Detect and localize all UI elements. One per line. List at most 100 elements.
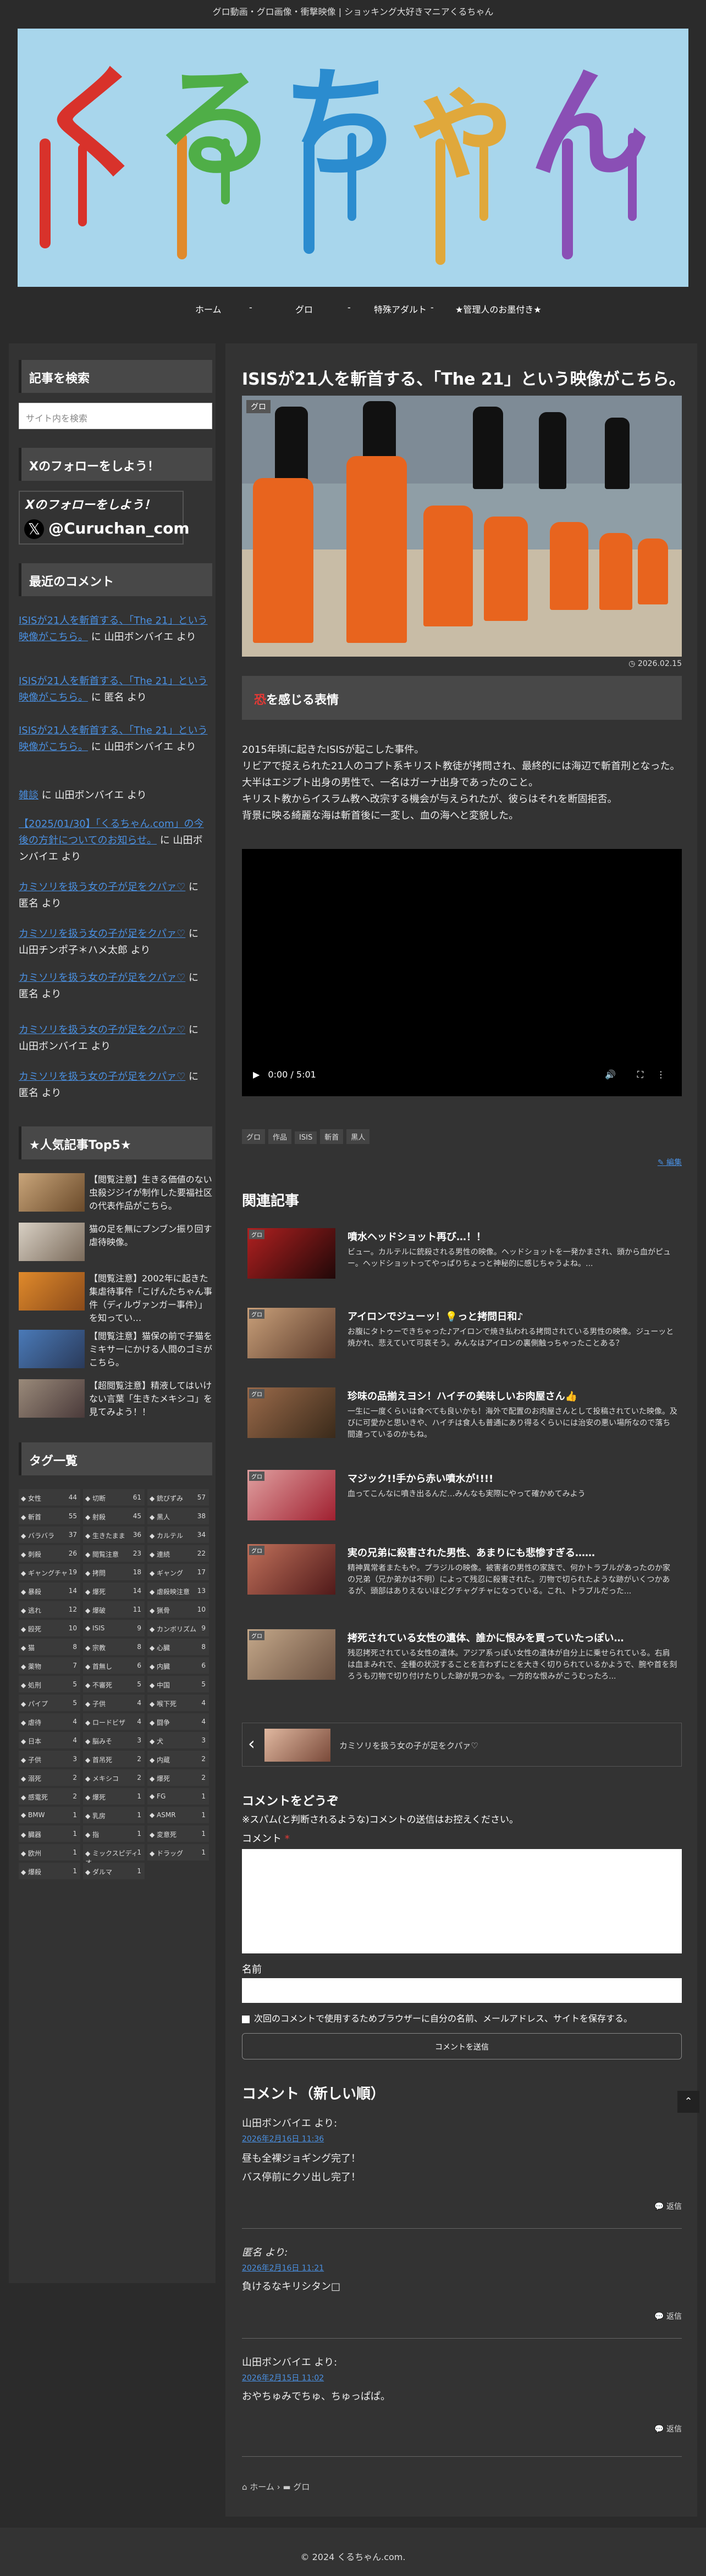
- tag-chip[interactable]: ◆ 脳みそ 3: [83, 1732, 145, 1748]
- related-item[interactable]: グロ マジック!!手から赤い噴水が!!!! 血ってこんなに噴き出るんだ…みんなも…: [247, 1470, 682, 1536]
- post-tag[interactable]: ISIS: [295, 1131, 317, 1144]
- recent-comment-link[interactable]: 雑談: [19, 790, 38, 801]
- tag-chip[interactable]: ◆ 内蔵 2: [147, 1751, 209, 1767]
- related-item-title[interactable]: 珍味の品揃えヨシ！ハイチの美味しいお肉屋さん👍: [348, 1389, 677, 1403]
- tag-chip[interactable]: ◆ 黒人 38: [147, 1508, 209, 1524]
- popular-thumb[interactable]: [19, 1379, 85, 1418]
- comment-date[interactable]: 2026年2月16日 11:21: [242, 2262, 682, 2273]
- related-thumb[interactable]: グロ: [247, 1308, 335, 1358]
- reply-link[interactable]: 💬 返信: [654, 2311, 682, 2322]
- tag-chip[interactable]: ◆ 感電死 2: [19, 1788, 80, 1805]
- tag-chip[interactable]: ◆ 闘争 4: [147, 1713, 209, 1730]
- related-item[interactable]: グロ 実の兄弟に殺害された男性、あまりにも悲惨すぎる…… 精神異常者またもや。プ…: [247, 1544, 682, 1610]
- more-options-icon[interactable]: ⋮: [657, 1069, 665, 1080]
- breadcrumb-home[interactable]: ホーム: [250, 2482, 274, 2492]
- related-item[interactable]: グロ アイロンでジューッ！💡っと拷問日和♪ お腹にタトゥーできちゃった♪アイロン…: [247, 1308, 682, 1374]
- related-item-title[interactable]: マジック!!手から赤い噴水が!!!!: [348, 1471, 677, 1485]
- related-thumb[interactable]: グロ: [247, 1387, 335, 1438]
- tag-chip[interactable]: ◆ 爆殺 1: [19, 1863, 80, 1879]
- tag-chip[interactable]: ◆ 乳房 1: [83, 1807, 145, 1823]
- post-tag[interactable]: 斬首: [320, 1129, 344, 1144]
- popular-title[interactable]: 【閲覧注意】2002年に起きた集虐待事件「こげんたちゃん事件（ディルヴァンガー事…: [89, 1272, 212, 1325]
- submit-comment-button[interactable]: コメントを送信: [242, 2033, 682, 2059]
- video-player[interactable]: ▶ 0:00 / 5:01 🔊 ⛶ ⋮: [242, 849, 682, 1096]
- tag-chip[interactable]: ◆ 猫 8: [19, 1639, 80, 1655]
- site-logo-banner[interactable]: く る ち ゃ ん: [18, 29, 688, 287]
- prev-post-link[interactable]: ‹ カミソリを扱う女の子が足をクパァ♡: [242, 1723, 682, 1767]
- tag-chip[interactable]: ◆ 内臓 6: [147, 1657, 209, 1674]
- popular-item[interactable]: 【超閲覧注意】精液してはいけない言葉「生きたメキシコ」を見てみよう！！: [19, 1379, 212, 1423]
- comment-date[interactable]: 2026年2月16日 11:36: [242, 2133, 682, 2144]
- tag-chip[interactable]: ◆ 首吊死 2: [83, 1751, 145, 1767]
- tag-chip[interactable]: ◆ BMW 1: [19, 1807, 80, 1823]
- follow-x-banner[interactable]: Xのフォローをしよう！ 𝕏 @Curuchan_com: [19, 491, 190, 545]
- tag-chip[interactable]: ◆ ISIS 9: [83, 1620, 145, 1636]
- tag-chip[interactable]: ◆ 殴死 10: [19, 1620, 80, 1636]
- tag-chip[interactable]: ◆ 斬首 55: [19, 1508, 80, 1524]
- popular-title[interactable]: 猫の足を無にブンブン振り回す虐待映像。: [89, 1223, 212, 1249]
- tag-chip[interactable]: ◆ FG 1: [147, 1788, 209, 1805]
- tag-chip[interactable]: ◆ 処刑 5: [19, 1676, 80, 1692]
- tag-chip[interactable]: ◆ 宗教 8: [83, 1639, 145, 1655]
- popular-thumb[interactable]: [19, 1173, 85, 1212]
- related-thumb[interactable]: グロ: [247, 1544, 335, 1595]
- recent-comment-link[interactable]: カミソリを扱う女の子が足をクパァ♡: [19, 928, 185, 940]
- related-thumb[interactable]: グロ: [247, 1470, 335, 1520]
- tag-chip[interactable]: ◆ 犬 3: [147, 1732, 209, 1748]
- scroll-to-top-button[interactable]: ⌃: [677, 2091, 699, 2113]
- tag-chip[interactable]: ◆ 女性 44: [19, 1489, 80, 1506]
- related-thumb[interactable]: グロ: [247, 1629, 335, 1680]
- tag-chip[interactable]: ◆ パイプ 5: [19, 1695, 80, 1711]
- tag-chip[interactable]: ◆ 暴殺 14: [19, 1583, 80, 1599]
- recent-comment-link[interactable]: カミソリを扱う女の子が足をクパァ♡: [19, 1024, 185, 1036]
- nav-item-special-adult[interactable]: 特殊アダルト: [374, 302, 427, 315]
- post-tag[interactable]: 黒人: [346, 1129, 370, 1144]
- popular-item[interactable]: 【閲覧注意】生きる価値のない虫殺ジジイが制作した要福社区の代表作品がこちら。: [19, 1173, 212, 1217]
- post-tag[interactable]: グロ: [242, 1129, 266, 1144]
- related-item-title[interactable]: 実の兄弟に殺害された男性、あまりにも悲惨すぎる……: [348, 1545, 677, 1559]
- tag-chip[interactable]: ◆ 中国 5: [147, 1676, 209, 1692]
- tag-chip[interactable]: ◆ 薬物 7: [19, 1657, 80, 1674]
- tag-chip[interactable]: ◆ 切断 61: [83, 1489, 145, 1506]
- reply-link[interactable]: 💬 返信: [654, 2201, 682, 2212]
- reply-link[interactable]: 💬 返信: [654, 2423, 682, 2434]
- nav-item-home[interactable]: ホーム: [195, 302, 222, 315]
- nav-item-guro[interactable]: グロ: [295, 302, 313, 315]
- popular-item[interactable]: 【閲覧注意】猫保の前で子猫をミキサーにかける人間のゴミがこちら。: [19, 1330, 212, 1374]
- related-item[interactable]: グロ 珍味の品揃えヨシ！ハイチの美味しいお肉屋さん👍 一生に一度くらいは食べても…: [247, 1387, 682, 1453]
- popular-thumb[interactable]: [19, 1223, 85, 1261]
- tag-chip[interactable]: ◆ ASMR 1: [147, 1807, 209, 1823]
- tag-chip[interactable]: ◆ 子供 3: [19, 1751, 80, 1767]
- tag-chip[interactable]: ◆ 猟骨 10: [147, 1601, 209, 1618]
- related-item[interactable]: グロ 噴水ヘッドショット再び…！！ ビュー。カルテルに銃殺される男性の映像。ヘッ…: [247, 1228, 682, 1294]
- tag-chip[interactable]: ◆ 閲覧注意 23: [83, 1545, 145, 1562]
- related-item-title[interactable]: 噴水ヘッドショット再び…！！: [348, 1229, 677, 1243]
- recent-comment-link[interactable]: カミソリを扱う女の子が足をクパァ♡: [19, 881, 185, 893]
- popular-title[interactable]: 【閲覧注意】生きる価値のない虫殺ジジイが制作した要福社区の代表作品がこちら。: [89, 1173, 212, 1213]
- tag-chip[interactable]: ◆ 欧州 1: [19, 1844, 80, 1861]
- search-input[interactable]: サイト内を検索: [19, 403, 212, 429]
- tag-chip[interactable]: ◆ 喉下死 4: [147, 1695, 209, 1711]
- breadcrumb-category[interactable]: グロ: [293, 2482, 310, 2492]
- tag-chip[interactable]: ◆ ミックスピディオ1: [83, 1844, 145, 1867]
- tag-chip[interactable]: ◆ 爆死 1: [83, 1788, 145, 1805]
- tag-chip[interactable]: ◆ 射殺 45: [83, 1508, 145, 1524]
- popular-title[interactable]: 【超閲覧注意】精液してはいけない言葉「生きたメキシコ」を見てみよう！！: [89, 1379, 212, 1419]
- tag-chip[interactable]: ◆ ダルマ 1: [83, 1863, 145, 1879]
- category-badge[interactable]: グロ: [246, 400, 271, 413]
- tag-chip[interactable]: ◆ 指 1: [83, 1825, 145, 1842]
- tag-chip[interactable]: ◆ 生きたまま 36: [83, 1526, 145, 1543]
- popular-thumb[interactable]: [19, 1272, 85, 1311]
- related-thumb[interactable]: グロ: [247, 1228, 335, 1279]
- post-tag[interactable]: 作品: [268, 1129, 292, 1144]
- tag-chip[interactable]: ◆ 子供 4: [83, 1695, 145, 1711]
- popular-title[interactable]: 【閲覧注意】猫保の前で子猫をミキサーにかける人間のゴミがこちら。: [89, 1330, 212, 1369]
- recent-comment-link[interactable]: カミソリを扱う女の子が足をクパァ♡: [19, 1071, 185, 1082]
- tag-chip[interactable]: ◆ ギャングチャ 19: [19, 1564, 80, 1580]
- comment-date[interactable]: 2026年2月15日 11:02: [242, 2372, 682, 2383]
- tag-chip[interactable]: ◆ カルテル 34: [147, 1526, 209, 1543]
- fullscreen-icon[interactable]: ⛶: [637, 1069, 643, 1080]
- edit-link[interactable]: ✎ 編集: [658, 1157, 682, 1168]
- tag-chip[interactable]: ◆ 不審死 5: [83, 1676, 145, 1692]
- popular-thumb[interactable]: [19, 1330, 85, 1368]
